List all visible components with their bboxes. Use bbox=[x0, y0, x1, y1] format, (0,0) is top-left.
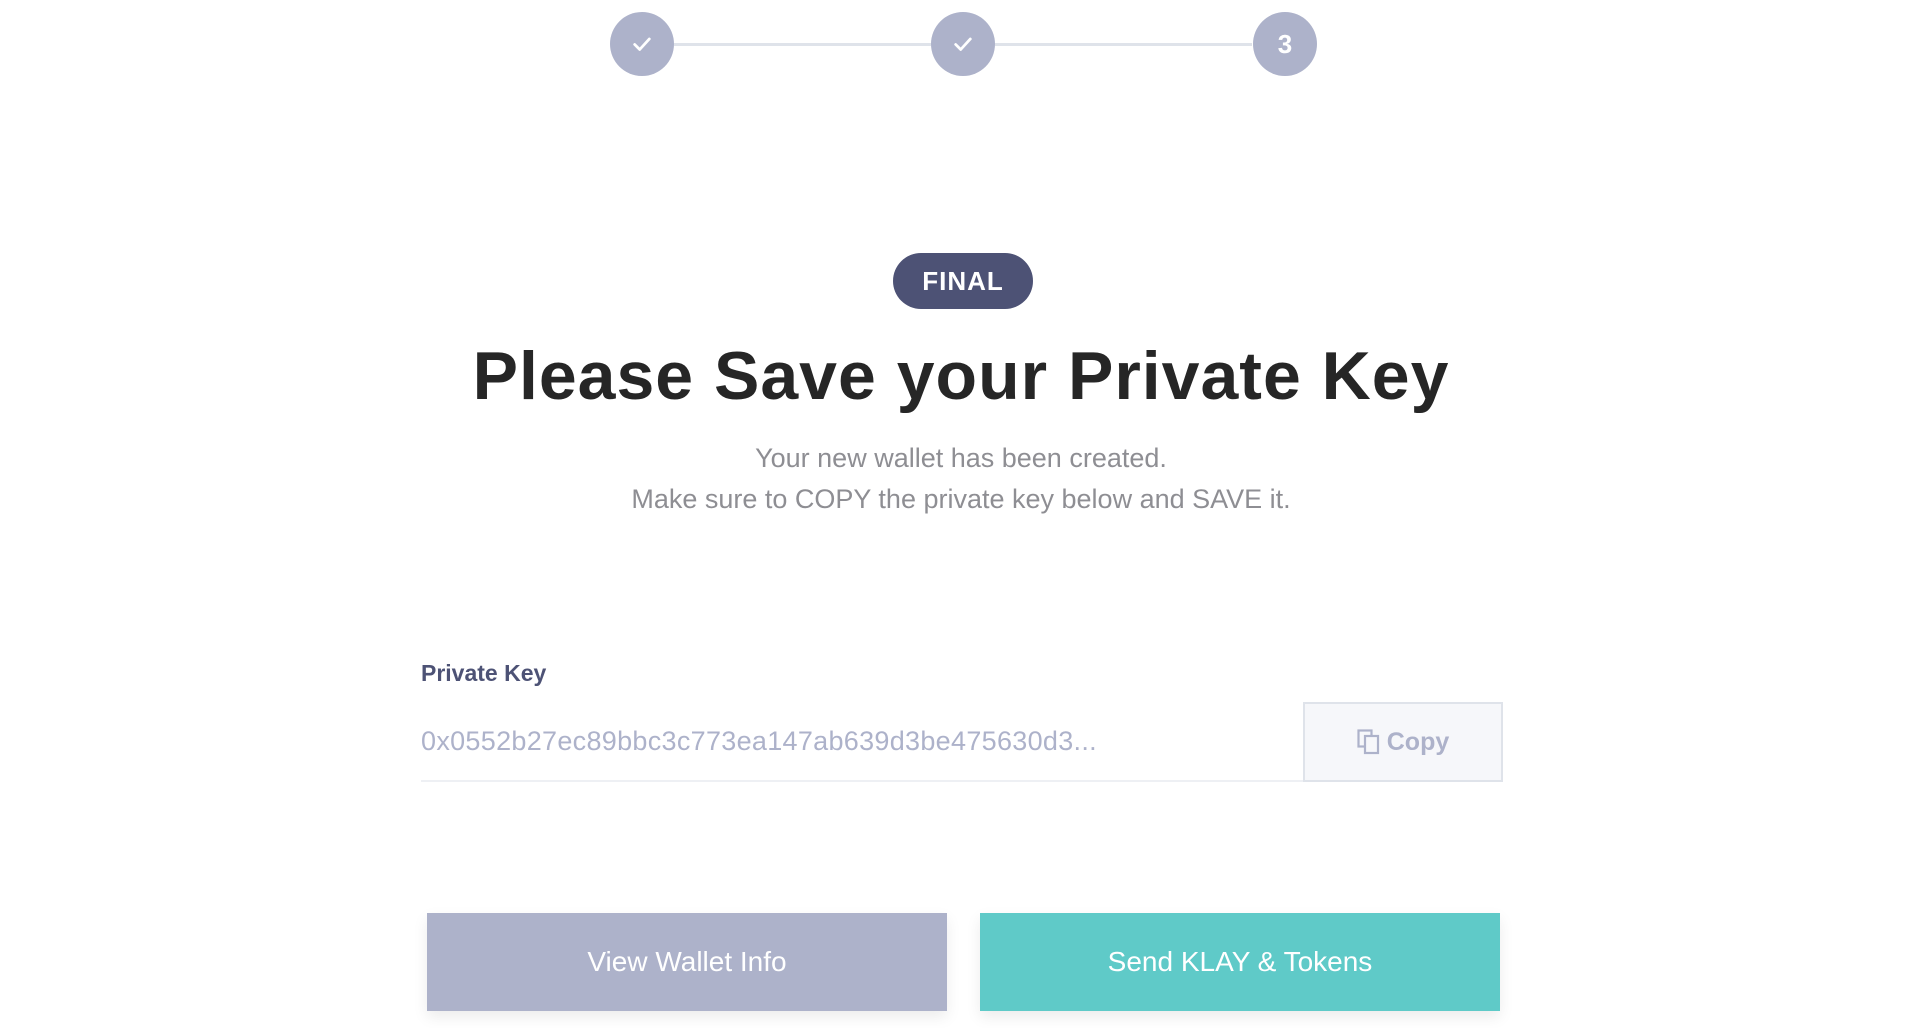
copy-icon bbox=[1357, 729, 1379, 755]
check-icon bbox=[954, 37, 972, 51]
page-subtitle: Your new wallet has been created. Make s… bbox=[0, 438, 1922, 520]
step-1-complete bbox=[610, 12, 674, 76]
view-wallet-info-button[interactable]: View Wallet Info bbox=[427, 913, 947, 1011]
page: 3 FINAL Please Save your Private Key You… bbox=[0, 0, 1922, 1028]
step-2-complete bbox=[931, 12, 995, 76]
send-klay-tokens-button[interactable]: Send KLAY & Tokens bbox=[980, 913, 1500, 1011]
subtitle-line-1: Your new wallet has been created. bbox=[755, 443, 1167, 473]
private-key-label: Private Key bbox=[421, 660, 547, 686]
step-3-current: 3 bbox=[1253, 12, 1317, 76]
check-icon bbox=[633, 37, 651, 51]
copy-button-label: Copy bbox=[1386, 727, 1450, 756]
page-title: Please Save your Private Key bbox=[472, 338, 1450, 414]
private-key-value[interactable]: 0x0552b27ec89bbc3c773ea147ab639d3be47563… bbox=[421, 702, 1303, 782]
stepper-connector bbox=[674, 43, 931, 46]
stepper-connector bbox=[995, 43, 1252, 46]
progress-stepper: 3 bbox=[610, 12, 1317, 76]
private-key-field: 0x0552b27ec89bbc3c773ea147ab639d3be47563… bbox=[421, 702, 1503, 782]
copy-button[interactable]: Copy bbox=[1303, 702, 1503, 782]
subtitle-line-2: Make sure to COPY the private key below … bbox=[631, 484, 1291, 514]
final-badge: FINAL bbox=[893, 253, 1033, 309]
